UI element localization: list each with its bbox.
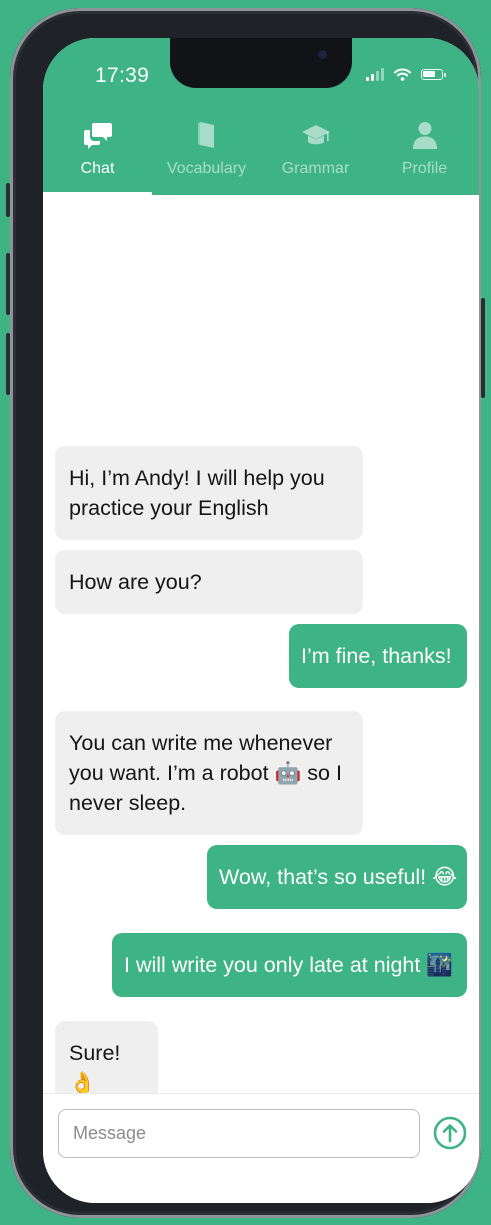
message-bot: Hi, I’m Andy! I will help you practice y… [55,446,363,540]
tab-profile[interactable]: Profile [370,118,479,195]
app-screen: 17:39 Chat Vocabulary Grammar Profile Hi… [43,38,479,1203]
chat-bubbles-icon [83,123,112,149]
camera-icon [318,50,327,59]
message-bot: You can write me whenever you want. I’m … [55,711,363,835]
tab-vocabulary-label: Vocabulary [166,160,247,177]
status-time: 17:39 [95,64,150,87]
wifi-icon [394,68,411,81]
status-icons [366,68,446,81]
volume-down-button [6,333,10,395]
tab-chat[interactable]: Chat [43,118,152,195]
action-button [6,183,10,217]
phone-frame: 17:39 Chat Vocabulary Grammar Profile Hi… [6,8,485,1218]
message-bot: How are you? [55,550,363,614]
graduation-cap-icon [301,125,330,145]
tab-profile-label: Profile [401,160,448,177]
power-button [481,298,485,398]
volume-up-button [6,253,10,315]
message-input[interactable] [58,1109,420,1158]
battery-icon [421,69,446,80]
arrow-up-circle-icon[interactable] [433,1116,467,1150]
app-header: 17:39 Chat Vocabulary Grammar Profile [43,38,479,195]
home-indicator [193,1186,329,1191]
book-icon [197,122,214,148]
notch [170,38,352,88]
tab-grammar[interactable]: Grammar [261,118,370,195]
person-icon [412,122,437,149]
tab-grammar-label: Grammar [281,160,350,177]
tab-chat-label: Chat [80,160,115,177]
chat-messages: Hi, I’m Andy! I will help you practice y… [43,195,479,1115]
tab-vocabulary[interactable]: Vocabulary [152,118,261,195]
tab-bar: Chat Vocabulary Grammar Profile [43,118,479,195]
message-user: Wow, that’s so useful! 😂 [207,845,467,909]
cellular-signal-icon [366,68,384,81]
message-user: I will write you only late at night 🌃 [112,933,467,997]
message-user: I’m fine, thanks! [289,624,467,688]
